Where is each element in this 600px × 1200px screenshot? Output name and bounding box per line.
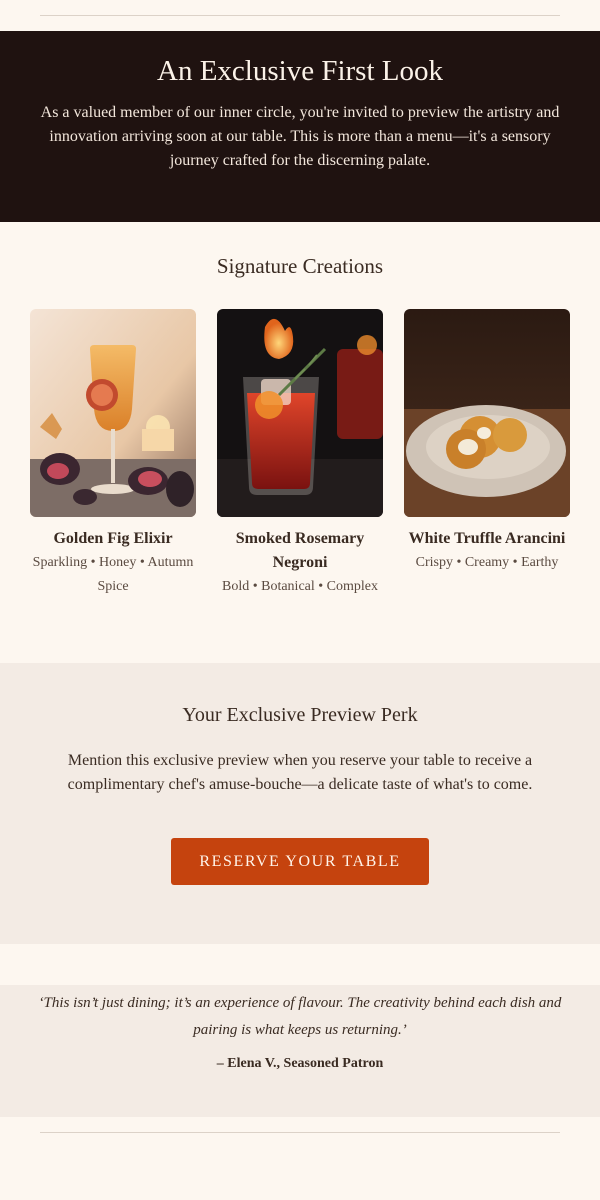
- hero-title: An Exclusive First Look: [157, 55, 443, 87]
- hero-body: As a valued member of our inner circle, …: [40, 104, 560, 169]
- smoked-negroni-photo: [217, 309, 383, 517]
- creation-name: White Truffle Arancini: [408, 530, 566, 547]
- perk-heading: Your Exclusive Preview Perk: [182, 704, 418, 726]
- creation-name: Golden Fig Elixir: [53, 530, 173, 547]
- top-divider: [40, 15, 560, 16]
- hero-section: An Exclusive First Look As a valued memb…: [0, 31, 600, 222]
- perk-body: Mention this exclusive preview when you …: [67, 752, 533, 793]
- testimonial-quote: ‘This isn’t just dining; it’s an experie…: [38, 995, 562, 1038]
- reserve-table-button[interactable]: RESERVE YOUR TABLE: [171, 838, 429, 885]
- section-heading: Signature Creations: [216, 254, 384, 278]
- creation-notes: Sparkling • Honey • Autumn Spice: [32, 555, 194, 594]
- golden-fig-cocktail-photo: [30, 309, 196, 517]
- testimonial-author: – Elena V., Seasoned Patron: [216, 1056, 384, 1071]
- creation-notes: Crispy • Creamy • Earthy: [415, 555, 559, 570]
- testimonial-section: ‘This isn’t just dining; it’s an experie…: [0, 985, 600, 1117]
- bottom-divider: [40, 1132, 560, 1133]
- signature-creations-section: Signature Creations Golden Fig Elixir Sp…: [0, 222, 600, 663]
- creation-card: Golden Fig Elixir Sparkling • Honey • Au…: [30, 309, 196, 599]
- preview-perk-section: Your Exclusive Preview Perk Mention this…: [0, 663, 600, 944]
- truffle-arancini-photo: [404, 309, 570, 517]
- creation-card: Smoked Rosemary Negroni Bold • Botanical…: [217, 309, 383, 599]
- creation-name: Smoked Rosemary Negroni: [235, 530, 365, 571]
- creation-card: White Truffle Arancini Crispy • Creamy •…: [404, 309, 570, 575]
- creation-notes: Bold • Botanical • Complex: [221, 579, 378, 594]
